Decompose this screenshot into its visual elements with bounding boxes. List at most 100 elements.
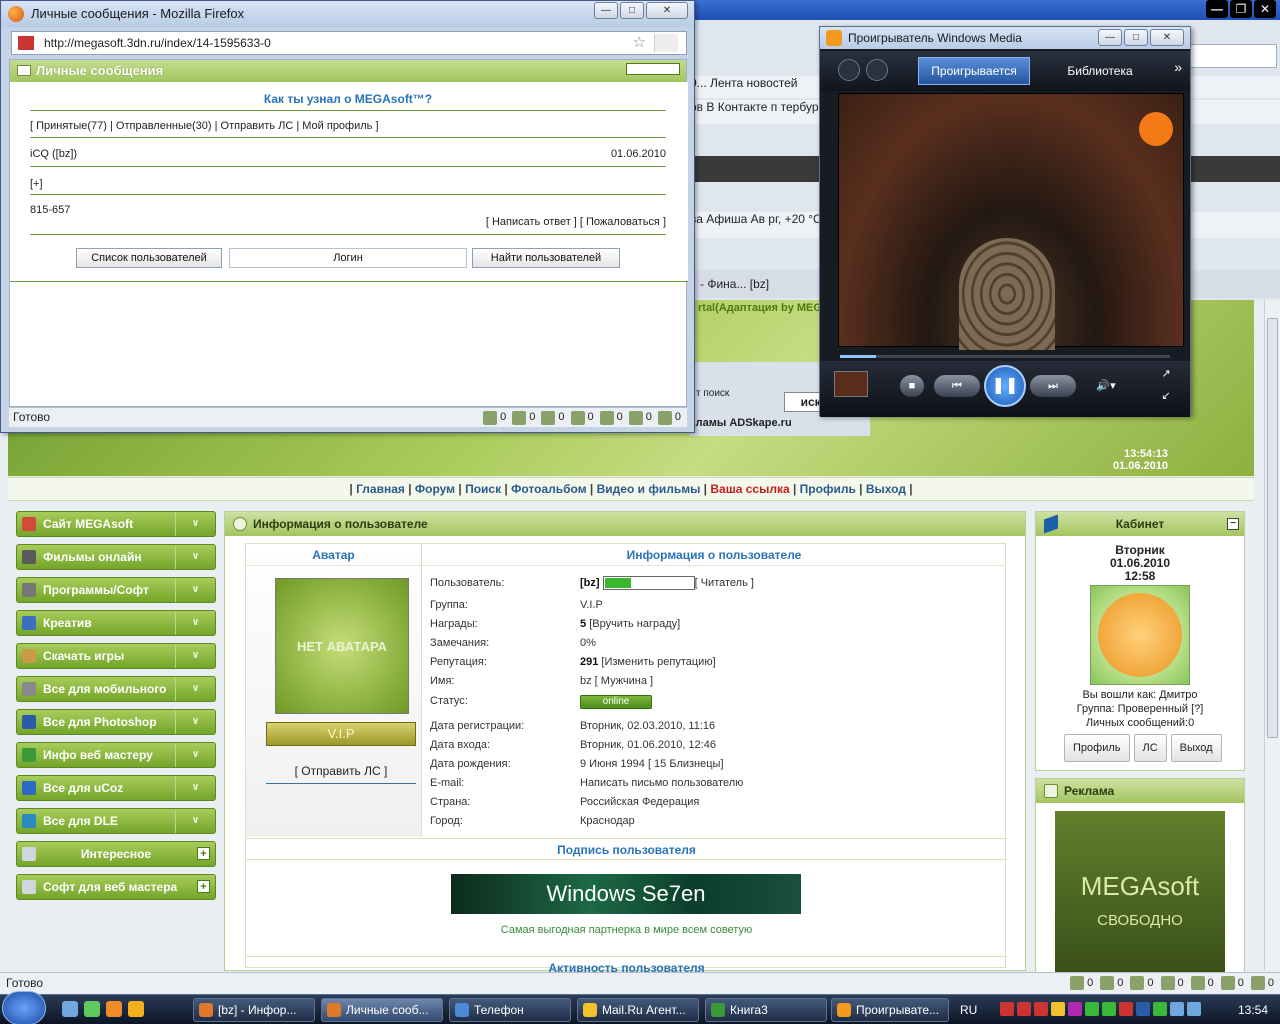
seek-bar[interactable] [840, 355, 1170, 358]
status-counter[interactable]: 0 [1190, 973, 1214, 993]
user-group[interactable]: Группа: Проверенный [?] [1036, 702, 1244, 716]
bookmark-text[interactable]: 0... Лента новостей [690, 76, 798, 90]
tab-now-playing[interactable]: Проигрывается [918, 57, 1030, 85]
taskbar-button[interactable]: Mail.Ru Агент... [577, 998, 699, 1022]
background-address-bar[interactable] [1185, 44, 1277, 68]
tray-app-icon[interactable] [1085, 1002, 1099, 1016]
left-menu-expandable[interactable]: Софт для веб мастера + [16, 874, 216, 900]
nav-item[interactable]: Профиль [800, 482, 856, 496]
taskbar-button[interactable]: Личные сооб... [321, 998, 443, 1022]
user-avatar[interactable] [1090, 585, 1190, 685]
nav-item[interactable]: Поиск [465, 482, 501, 496]
taskbar-button[interactable]: Книга3 [705, 998, 827, 1022]
pause-icon[interactable]: ❚❚ [984, 365, 1026, 407]
status-counter[interactable]: 0 [1250, 973, 1274, 993]
close-icon[interactable]: ✕ [1254, 0, 1276, 18]
status-counter[interactable]: 0 [599, 408, 623, 427]
tray-app-icon[interactable] [1000, 1002, 1014, 1016]
left-menu-item[interactable]: Все для uCoz ∨ [16, 775, 216, 801]
nav-item[interactable]: Фотоальбом [511, 482, 586, 496]
url-text[interactable]: http://megasoft.3dn.ru/index/14-1595633-… [44, 36, 271, 50]
tray-app-icon[interactable] [1119, 1002, 1133, 1016]
maximize-icon[interactable]: □ [1124, 29, 1148, 46]
profile-extra[interactable]: [Изменить репутацию] [601, 656, 715, 668]
status-counter[interactable]: 0 [1130, 973, 1154, 993]
vertical-scrollbar[interactable] [1264, 300, 1280, 970]
star-icon[interactable]: ☆ [633, 32, 646, 54]
mail-icon[interactable] [106, 1001, 122, 1017]
left-menu-item[interactable]: Все для Photoshop ∨ [16, 709, 216, 735]
nav-item[interactable]: Главная [356, 482, 405, 496]
left-menu-expandable[interactable]: Интересное + [16, 841, 216, 867]
tray-app-icon[interactable] [1017, 1002, 1031, 1016]
status-counter[interactable]: 0 [1220, 973, 1244, 993]
profile-value[interactable]: Написать письмо пользователю [580, 777, 743, 789]
minimize-icon[interactable]: — [1098, 29, 1122, 46]
user-list-button[interactable]: Список пользователей [76, 248, 222, 268]
nav-item[interactable]: Видео и фильмы [597, 482, 701, 496]
forward-icon[interactable] [866, 59, 888, 81]
send-pm-link[interactable]: [ Отправить ЛС ] [266, 762, 416, 784]
album-art[interactable] [834, 371, 868, 397]
status-counter[interactable]: 0 [483, 408, 506, 427]
volume-icon[interactable]: 🔊▾ [1086, 375, 1126, 397]
video-area[interactable] [838, 93, 1184, 350]
nav-item[interactable]: Ваша ссылка [710, 482, 789, 496]
nav-item[interactable]: Форум [415, 482, 455, 496]
network-icon[interactable] [1170, 1002, 1184, 1016]
pm-sender[interactable]: iCQ ([bz]) [30, 148, 77, 160]
logout-button[interactable]: Выход [1170, 734, 1222, 762]
media-icon[interactable] [128, 1001, 144, 1017]
chevron-down-icon[interactable]: ∨ [175, 545, 215, 569]
scrollbar-thumb[interactable] [1267, 318, 1278, 738]
header-ad-label[interactable]: кламы ADSkape.ru [690, 417, 792, 429]
chevron-down-icon[interactable]: ∨ [175, 710, 215, 734]
bookmark-text[interactable]: ва Афиша Ав рг, +20 °C [690, 212, 822, 226]
tray-app-icon[interactable] [1068, 1002, 1082, 1016]
pm-actions[interactable]: [ Написать ответ ] [ Пожаловаться ] [30, 216, 666, 228]
show-desktop-icon[interactable] [62, 1001, 78, 1017]
tab-label[interactable]: - Фина... [bz] [690, 277, 769, 291]
profile-button[interactable]: Профиль [1064, 734, 1130, 762]
minimize-icon[interactable]: − [1227, 518, 1239, 530]
login-input[interactable]: Логин [229, 248, 467, 268]
pm-expand[interactable]: [+] [30, 178, 666, 190]
profile-extra[interactable]: [ Читатель ] [695, 577, 754, 589]
chevron-down-icon[interactable]: ∨ [175, 644, 215, 668]
minimize-icon[interactable]: — [594, 2, 618, 19]
maximize-icon[interactable]: ❐ [1230, 0, 1252, 18]
previous-icon[interactable]: ⏮ [934, 375, 980, 397]
tray-app-icon[interactable] [1153, 1002, 1167, 1016]
start-button[interactable] [2, 991, 46, 1024]
tray-app-icon[interactable] [1051, 1002, 1065, 1016]
left-menu-item[interactable]: Сайт MEGAsoft ∨ [16, 511, 216, 537]
compact-mode-icon[interactable]: ↙ [1156, 385, 1176, 407]
status-counter[interactable]: 0 [657, 408, 681, 427]
status-counter[interactable]: 0 [628, 408, 652, 427]
ad-banner[interactable]: MEGAsoft СВОБОДНО [1055, 811, 1225, 979]
url-bar[interactable]: http://megasoft.3dn.ru/index/14-1595633-… [11, 31, 687, 55]
signature-banner[interactable]: Windows Se7en [451, 874, 801, 914]
minimize-icon[interactable]: — [1206, 0, 1228, 18]
next-icon[interactable]: ⏭ [1030, 375, 1076, 397]
stop-icon[interactable]: ■ [900, 375, 924, 397]
status-counter[interactable]: 0 [1160, 973, 1184, 993]
maximize-icon[interactable]: □ [620, 2, 644, 19]
status-counter[interactable]: 0 [541, 408, 565, 427]
tray-app-icon[interactable] [1102, 1002, 1116, 1016]
pm-button[interactable]: ЛС [1133, 734, 1167, 762]
plus-icon[interactable]: + [197, 880, 210, 893]
tray-clock[interactable]: 13:54 [1238, 995, 1268, 1024]
status-counter[interactable]: 0 [512, 408, 535, 427]
close-icon[interactable]: ✕ [1150, 29, 1184, 46]
volume-icon[interactable] [1187, 1002, 1201, 1016]
tab-library[interactable]: Библиотека [1042, 57, 1158, 85]
chevron-down-icon[interactable]: ∨ [175, 677, 215, 701]
icq-icon[interactable] [84, 1001, 100, 1017]
status-counter[interactable]: 0 [570, 408, 594, 427]
pm-links[interactable]: [ Принятые(77) | Отправленные(30) | Отпр… [30, 120, 666, 132]
taskbar-button[interactable]: Проигрывате... [831, 998, 949, 1022]
chevron-down-icon[interactable]: ∨ [175, 512, 215, 536]
chevron-down-icon[interactable]: ∨ [175, 776, 215, 800]
left-menu-item[interactable]: Креатив ∨ [16, 610, 216, 636]
